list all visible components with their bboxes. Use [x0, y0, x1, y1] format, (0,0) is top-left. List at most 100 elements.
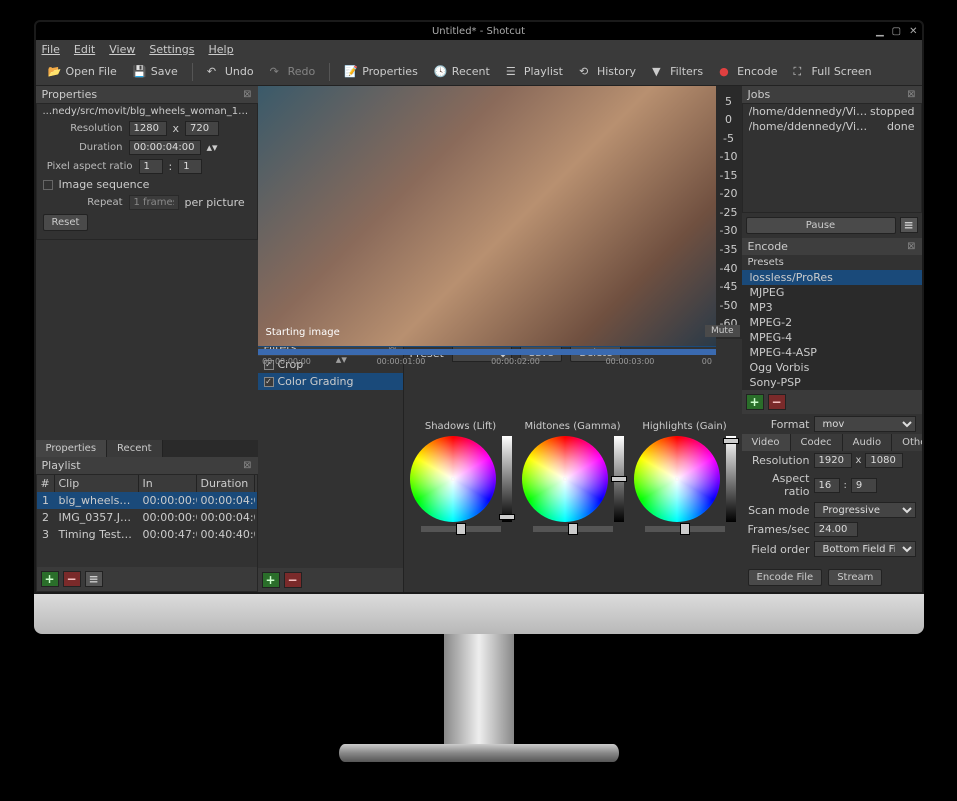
- format-label: Format: [748, 418, 810, 431]
- menu-edit[interactable]: Edit: [74, 43, 95, 56]
- remove-preset-button[interactable]: −: [768, 394, 786, 410]
- repeat-label: Repeat: [43, 197, 123, 208]
- save-button[interactable]: 💾Save: [127, 62, 184, 82]
- tab-other[interactable]: Other: [892, 434, 921, 451]
- preview-viewport[interactable]: Starting image: [258, 86, 716, 346]
- res-width-input[interactable]: [129, 121, 167, 136]
- close-icon[interactable]: ⊠: [243, 460, 251, 471]
- midtones-luma-slider[interactable]: [614, 436, 624, 522]
- fps-input[interactable]: [814, 522, 858, 537]
- scan-mode-select[interactable]: Progressive: [814, 502, 916, 518]
- highlights-color-wheel[interactable]: [634, 436, 720, 522]
- tab-recent[interactable]: Recent: [107, 440, 163, 457]
- job-row[interactable]: /home/ddennedy/Videos/test.movdone: [743, 119, 921, 134]
- remove-filter-button[interactable]: −: [284, 572, 302, 588]
- preset-item[interactable]: MPEG-2: [742, 315, 922, 330]
- jobs-panel-title: Jobs⊠: [742, 86, 922, 103]
- mute-button[interactable]: Mute: [705, 325, 740, 337]
- timeline[interactable]: 00:00:00:00 00:00:01:00 00:00:02:00 00:0…: [258, 346, 716, 347]
- filter-item-color-grading[interactable]: ✓Color Grading: [258, 373, 403, 390]
- tab-properties[interactable]: Properties: [36, 440, 108, 457]
- jobs-menu-button[interactable]: ≡: [900, 217, 918, 233]
- redo-icon: ↷: [270, 65, 284, 79]
- format-select[interactable]: mov: [814, 416, 916, 432]
- titlebar: Untitled* - Shotcut ▁ ▢ ✕: [36, 22, 922, 40]
- menu-help[interactable]: Help: [208, 43, 233, 56]
- recent-button[interactable]: 🕓Recent: [428, 62, 496, 82]
- record-icon: ●: [719, 65, 733, 79]
- minimize-icon[interactable]: ▁: [876, 26, 884, 37]
- add-filter-button[interactable]: +: [262, 572, 280, 588]
- encode-panel-title: Encode⊠: [742, 238, 922, 255]
- par-a-input[interactable]: [139, 159, 163, 174]
- checkbox-icon[interactable]: ✓: [264, 377, 274, 387]
- encode-tabs: Video Codec Audio Other: [742, 434, 922, 451]
- res-height-input[interactable]: [185, 121, 219, 136]
- remove-button[interactable]: −: [63, 571, 81, 587]
- playlist-row[interactable]: 1blg_wheels_...00:00:00:0000:00:04:00: [37, 492, 257, 509]
- par-b-input[interactable]: [178, 159, 202, 174]
- stream-button[interactable]: Stream: [828, 569, 882, 586]
- add-preset-button[interactable]: +: [746, 394, 764, 410]
- playlist-row[interactable]: 2IMG_0357.JPG00:00:00:0000:00:04:00: [37, 509, 257, 526]
- left-tabs: Properties Recent: [36, 440, 258, 457]
- shadows-luma-slider[interactable]: [502, 436, 512, 522]
- enc-fps-label: Frames/sec: [748, 523, 810, 536]
- menu-button[interactable]: ≡: [85, 571, 103, 587]
- enc-asp-a-input[interactable]: [814, 478, 840, 493]
- undo-button[interactable]: ↶Undo: [201, 62, 260, 82]
- preset-item[interactable]: MPEG-4-ASP: [742, 345, 922, 360]
- preset-item[interactable]: Ogg Vorbis: [742, 360, 922, 375]
- duration-input[interactable]: [129, 140, 201, 155]
- midtones-hslider[interactable]: [533, 526, 613, 532]
- open-file-button[interactable]: 📂Open File: [42, 62, 123, 82]
- reset-button[interactable]: Reset: [43, 214, 89, 231]
- stepper-icon[interactable]: ▴▾: [207, 141, 218, 154]
- close-icon[interactable]: ⊠: [907, 89, 915, 100]
- pause-button[interactable]: Pause: [746, 217, 896, 234]
- maximize-icon[interactable]: ▢: [892, 26, 901, 37]
- job-row[interactable]: /home/ddennedy/Videos/test.movstopped: [743, 104, 921, 119]
- highlights-luma-slider[interactable]: [726, 436, 736, 522]
- menu-file[interactable]: File: [42, 43, 60, 56]
- shadows-color-wheel[interactable]: [410, 436, 496, 522]
- close-icon[interactable]: ✕: [909, 26, 917, 37]
- presets-list[interactable]: lossless/ProRes MJPEG MP3 MPEG-2 MPEG-4 …: [742, 270, 922, 390]
- preset-item[interactable]: Sony-PSP: [742, 375, 922, 390]
- midtones-color-wheel[interactable]: [522, 436, 608, 522]
- playlist-row[interactable]: 3Timing Testsl...00:00:47:0800:40:40:08: [37, 526, 257, 543]
- window-title: Untitled* - Shotcut: [432, 26, 525, 37]
- enc-res-h-input[interactable]: [865, 453, 903, 468]
- playlist-button[interactable]: ☰Playlist: [500, 62, 569, 82]
- close-icon[interactable]: ⊠: [907, 241, 915, 252]
- preset-item[interactable]: MJPEG: [742, 285, 922, 300]
- enc-res-w-input[interactable]: [814, 453, 852, 468]
- redo-button[interactable]: ↷Redo: [264, 62, 322, 82]
- shadows-hslider[interactable]: [421, 526, 501, 532]
- tab-video[interactable]: Video: [742, 434, 791, 451]
- menu-view[interactable]: View: [109, 43, 135, 56]
- history-icon: ⟲: [579, 65, 593, 79]
- filters-button[interactable]: ▼Filters: [646, 62, 709, 82]
- image-sequence-checkbox[interactable]: [43, 180, 53, 190]
- toolbar: 📂Open File 💾Save ↶Undo ↷Redo 📝Properties…: [36, 58, 922, 86]
- playlist-header: #ClipInDuration: [37, 475, 257, 492]
- tab-codec[interactable]: Codec: [791, 434, 843, 451]
- resolution-label: Resolution: [43, 123, 123, 134]
- field-order-select[interactable]: Bottom Field First: [814, 541, 916, 557]
- repeat-input[interactable]: [129, 195, 179, 210]
- encode-file-button[interactable]: Encode File: [748, 569, 823, 586]
- menu-settings[interactable]: Settings: [149, 43, 194, 56]
- add-button[interactable]: +: [41, 571, 59, 587]
- enc-asp-b-input[interactable]: [851, 478, 877, 493]
- fullscreen-button[interactable]: ⛶Full Screen: [788, 62, 878, 82]
- properties-button[interactable]: 📝Properties: [338, 62, 424, 82]
- preset-item[interactable]: lossless/ProRes: [742, 270, 922, 285]
- history-button[interactable]: ⟲History: [573, 62, 642, 82]
- close-icon[interactable]: ⊠: [243, 89, 251, 100]
- tab-audio[interactable]: Audio: [843, 434, 892, 451]
- highlights-hslider[interactable]: [645, 526, 725, 532]
- preset-item[interactable]: MPEG-4: [742, 330, 922, 345]
- encode-button[interactable]: ●Encode: [713, 62, 783, 82]
- preset-item[interactable]: MP3: [742, 300, 922, 315]
